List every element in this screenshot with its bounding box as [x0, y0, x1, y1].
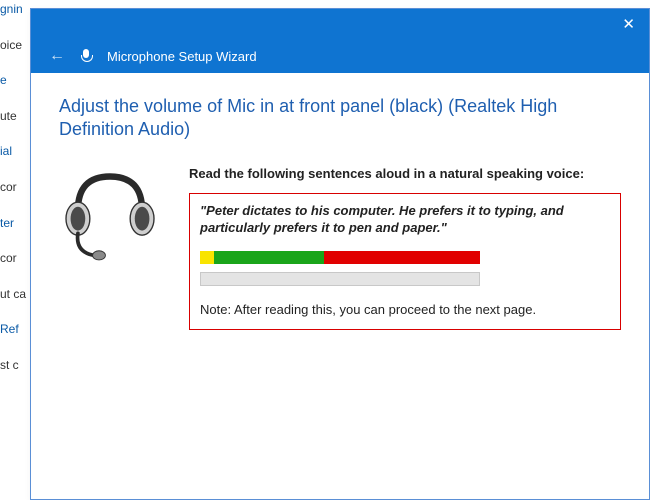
wizard-title: Microphone Setup Wizard [107, 49, 257, 64]
microphone-setup-wizard-window: ✕ ← Microphone Setup Wizard Adjust the v… [30, 8, 650, 500]
sample-sentence: "Peter dictates to his computer. He pref… [200, 202, 610, 237]
meter-red-zone [324, 251, 480, 264]
meter-green-zone [214, 251, 324, 264]
note-text: Note: After reading this, you can procee… [200, 302, 610, 317]
highlighted-box: "Peter dictates to his computer. He pref… [189, 193, 621, 330]
volume-meter [200, 251, 480, 264]
wizard-content: Adjust the volume of Mic in at front pan… [31, 73, 649, 499]
close-button[interactable]: ✕ [622, 15, 635, 33]
wizard-header: ← Microphone Setup Wizard [31, 39, 649, 73]
body-row: Read the following sentences aloud in a … [59, 166, 621, 330]
meter-yellow-zone [200, 251, 214, 264]
window-titlebar: ✕ [31, 9, 649, 39]
instruction-column: Read the following sentences aloud in a … [189, 166, 621, 330]
back-button[interactable]: ← [49, 47, 65, 65]
instruction-text: Read the following sentences aloud in a … [189, 166, 621, 181]
background-page-fragments: gnin oice e ute ial cor ter cor ut ca Re… [0, 0, 30, 500]
volume-level-bar [200, 272, 480, 286]
page-heading: Adjust the volume of Mic in at front pan… [59, 95, 621, 142]
microphone-icon [79, 49, 93, 63]
headset-icon [55, 160, 165, 270]
